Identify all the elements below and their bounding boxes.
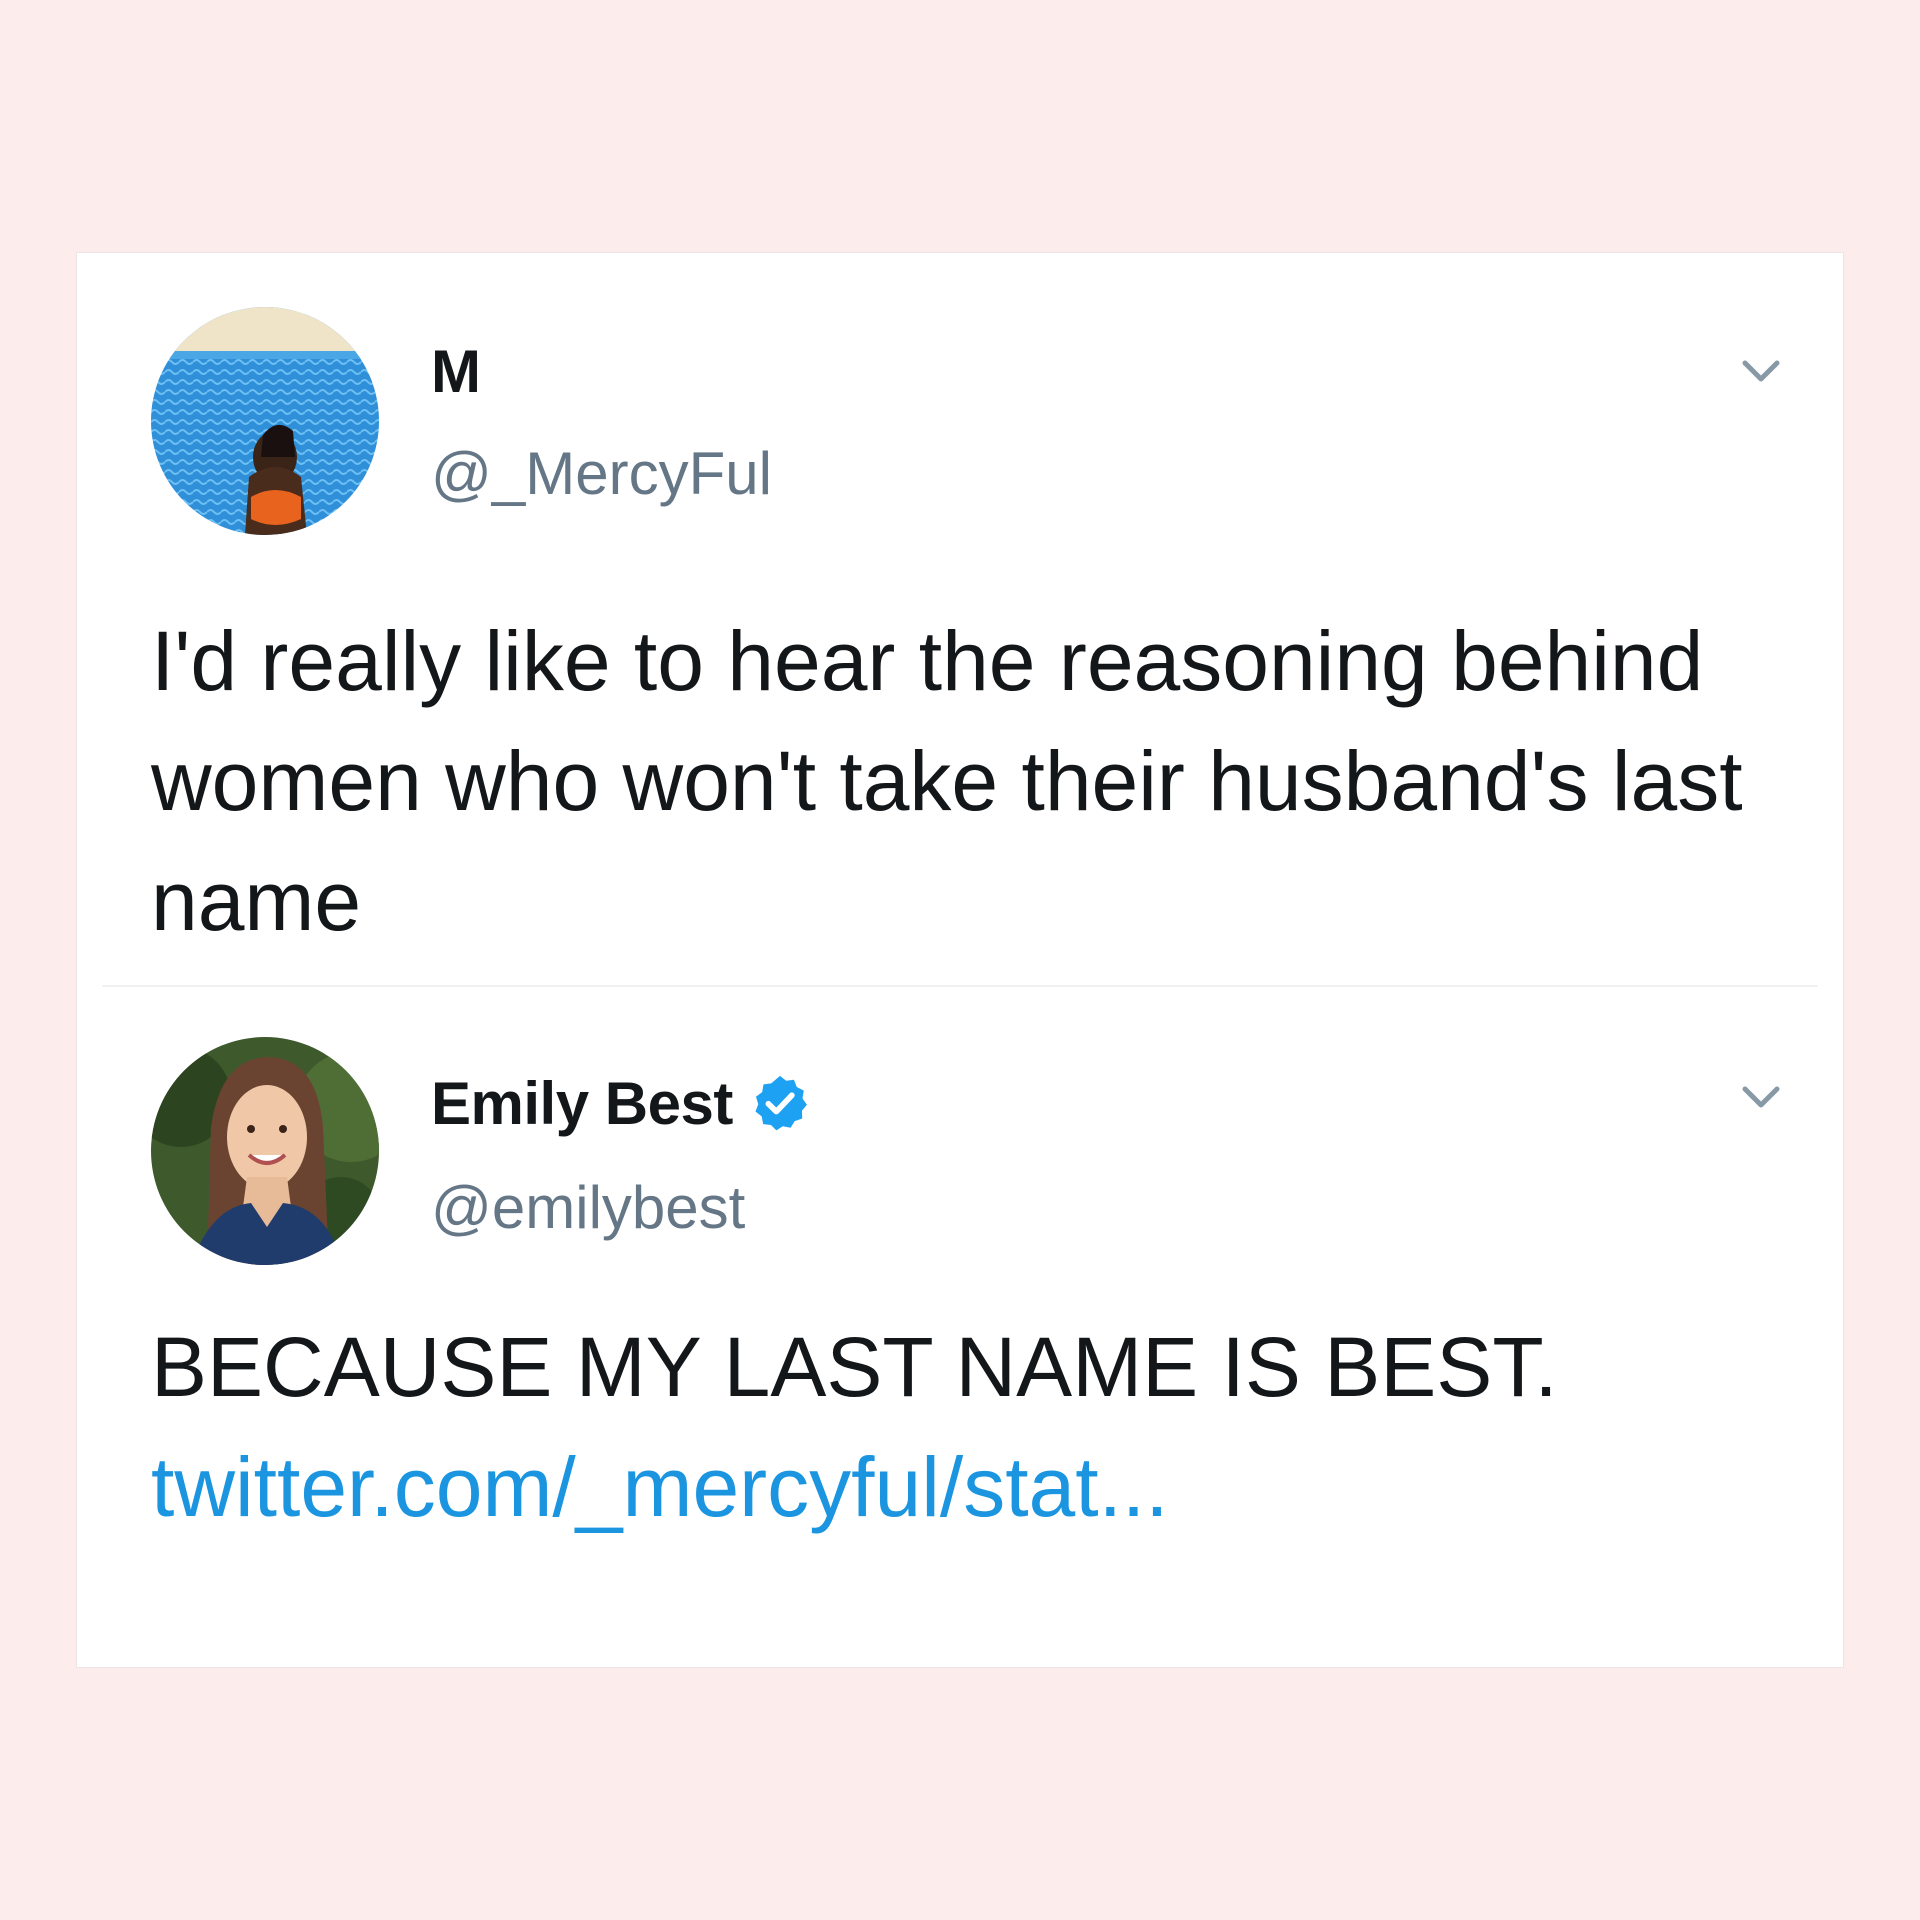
display-name[interactable]: M (431, 337, 481, 406)
chevron-down-icon[interactable] (1735, 345, 1787, 397)
tweet-original[interactable]: M @_MercyFul I'd really like to hear the… (77, 253, 1843, 985)
avatar-photo-portrait (151, 1037, 379, 1265)
tweet-reply[interactable]: Emily Best @emilybest BECAUSE MY LAST NA… (77, 987, 1843, 1667)
avatar-photo-pool (151, 307, 379, 535)
display-name-text[interactable]: Emily Best (431, 1070, 733, 1137)
tweet-text: I'd really like to hear the reasoning be… (151, 614, 1743, 948)
user-handle[interactable]: @emilybest (431, 1173, 745, 1242)
tweet-card: M @_MercyFul I'd really like to hear the… (76, 252, 1844, 1668)
quoted-tweet-link[interactable]: twitter.com/_mercyful/stat... (151, 1427, 1803, 1547)
tweet-text: BECAUSE MY LAST NAME IS BEST. twitter.co… (151, 1307, 1803, 1547)
user-handle[interactable]: @_MercyFul (431, 439, 772, 508)
tweet-body: BECAUSE MY LAST NAME IS BEST. (151, 1320, 1558, 1414)
avatar[interactable] (151, 307, 379, 535)
chevron-down-icon[interactable] (1735, 1071, 1787, 1123)
verified-badge-icon (755, 1075, 807, 1131)
display-name[interactable]: Emily Best (431, 1069, 811, 1138)
avatar[interactable] (151, 1037, 379, 1265)
